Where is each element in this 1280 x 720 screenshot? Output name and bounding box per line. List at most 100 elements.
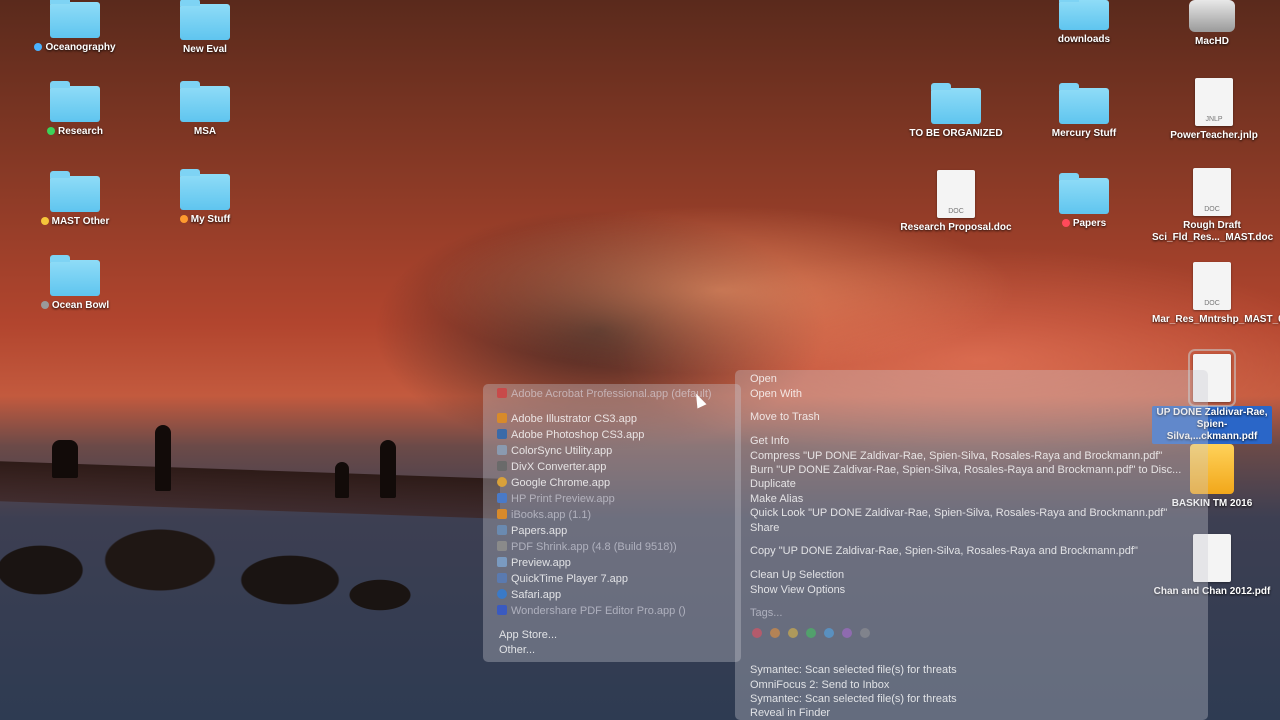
tag-color-purple[interactable] bbox=[842, 628, 852, 638]
tag-color-green[interactable] bbox=[806, 628, 816, 638]
menu-item-open-with[interactable]: Open With bbox=[750, 388, 802, 400]
folder-icon bbox=[1059, 173, 1109, 214]
menu-item-burn[interactable]: Burn "UP DONE Zaldivar-Rae, Spien-Silva,… bbox=[750, 464, 1181, 476]
menu-item-app-store[interactable]: App Store... bbox=[499, 629, 557, 641]
desktop-file-research-proposal[interactable]: DOC Research Proposal.doc bbox=[896, 170, 1016, 234]
menu-item-make-alias[interactable]: Make Alias bbox=[750, 493, 803, 505]
icon-label: Ocean Bowl bbox=[51, 300, 110, 311]
folder-icon bbox=[50, 0, 100, 38]
desktop-folder-oceanography[interactable]: Oceanography bbox=[15, 0, 135, 54]
tag-dot bbox=[40, 217, 49, 225]
menu-item-duplicate[interactable]: Duplicate bbox=[750, 478, 796, 490]
tag-color-blue[interactable] bbox=[824, 628, 834, 638]
folder-icon bbox=[1059, 83, 1109, 124]
menu-item-other[interactable]: Other... bbox=[499, 644, 535, 656]
folder-icon bbox=[931, 83, 981, 124]
desktop-folder-papers[interactable]: Papers bbox=[1024, 173, 1144, 230]
tag-color-red[interactable] bbox=[752, 628, 762, 638]
icon-label: PowerTeacher.jnlp bbox=[1170, 130, 1258, 141]
icon-label: MSA bbox=[193, 126, 217, 137]
menu-item-share[interactable]: Share bbox=[750, 522, 779, 534]
menu-item-app[interactable]: HP Print Preview.app bbox=[497, 493, 615, 505]
icon-label: Mar_Res_Mntrshp_MAST_08_16.doc bbox=[1152, 314, 1280, 325]
papers-icon bbox=[497, 525, 507, 535]
menu-item-app[interactable]: DivX Converter.app bbox=[497, 461, 606, 473]
menu-item-app[interactable]: Google Chrome.app bbox=[497, 477, 610, 489]
doc-file-icon: DOC bbox=[937, 170, 975, 218]
icon-label: Research bbox=[57, 126, 104, 137]
desktop-folder-my-stuff[interactable]: My Stuff bbox=[145, 169, 265, 226]
icon-label: Papers bbox=[1072, 218, 1107, 229]
desktop-folder-to-be-organized[interactable]: TO BE ORGANIZED bbox=[896, 83, 1016, 140]
menu-item-move-to-trash[interactable]: Move to Trash bbox=[750, 411, 820, 423]
menu-item-app[interactable]: Adobe Illustrator CS3.app bbox=[497, 413, 637, 425]
tag-color-orange[interactable] bbox=[770, 628, 780, 638]
desktop-folder-mercury-stuff[interactable]: Mercury Stuff bbox=[1024, 83, 1144, 140]
icon-label: TO BE ORGANIZED bbox=[909, 128, 1003, 139]
context-menu: Open Open With Move to Trash Get Info Co… bbox=[735, 370, 1208, 720]
desktop-folder-msa[interactable]: MSA bbox=[145, 81, 265, 138]
menu-item-app[interactable]: Safari.app bbox=[497, 589, 561, 601]
desktop-folder-downloads[interactable]: downloads bbox=[1024, 0, 1144, 46]
menu-item-clean-up[interactable]: Clean Up Selection bbox=[750, 569, 844, 581]
tag-color-row bbox=[752, 628, 878, 641]
tag-dot bbox=[46, 127, 55, 135]
preview-icon bbox=[497, 557, 507, 567]
doc-file-icon: DOC bbox=[1193, 168, 1231, 216]
desktop-folder-ocean-bowl[interactable]: Ocean Bowl bbox=[15, 255, 135, 312]
hp-icon bbox=[497, 493, 507, 503]
folder-icon bbox=[50, 171, 100, 212]
folder-icon bbox=[180, 0, 230, 40]
icon-label: downloads bbox=[1057, 34, 1111, 45]
icon-label: New Eval bbox=[183, 44, 227, 55]
menu-item-view-options[interactable]: Show View Options bbox=[750, 584, 845, 596]
icon-label: Research Proposal.doc bbox=[900, 222, 1012, 233]
menu-item-app[interactable]: Preview.app bbox=[497, 557, 571, 569]
pdf-shrink-icon bbox=[497, 541, 507, 551]
desktop-file-powerteacher[interactable]: JNLP PowerTeacher.jnlp bbox=[1154, 78, 1274, 142]
tag-dot bbox=[1061, 219, 1070, 227]
menu-item-app[interactable]: PDF Shrink.app (4.8 (Build 9518)) bbox=[497, 541, 677, 553]
menu-item-app[interactable]: iBooks.app (1.1) bbox=[497, 509, 591, 521]
tag-color-yellow[interactable] bbox=[788, 628, 798, 638]
menu-item-symantec-scan-2[interactable]: Symantec: Scan selected file(s) for thre… bbox=[750, 693, 957, 705]
menu-item-app[interactable]: Papers.app bbox=[497, 525, 567, 537]
folder-icon bbox=[50, 81, 100, 122]
menu-item-copy[interactable]: Copy "UP DONE Zaldivar-Rae, Spien-Silva,… bbox=[750, 545, 1138, 557]
menu-item-app[interactable]: QuickTime Player 7.app bbox=[497, 573, 628, 585]
menu-item-app[interactable]: Wondershare PDF Editor Pro.app () bbox=[497, 605, 686, 617]
desktop-file-rough-draft[interactable]: DOC Rough Draft Sci_Fld_Res..._MAST.doc bbox=[1152, 168, 1274, 244]
icon-label: My Stuff bbox=[190, 214, 231, 225]
ibooks-icon bbox=[497, 509, 507, 519]
java-file-icon: JNLP bbox=[1195, 78, 1233, 126]
colorsync-icon bbox=[497, 445, 507, 455]
menu-item-compress[interactable]: Compress "UP DONE Zaldivar-Rae, Spien-Si… bbox=[750, 450, 1162, 462]
menu-item-app[interactable]: ColorSync Utility.app bbox=[497, 445, 612, 457]
desktop-folder-new-eval[interactable]: New Eval bbox=[145, 0, 265, 56]
chrome-icon bbox=[497, 477, 507, 487]
tag-color-gray[interactable] bbox=[860, 628, 870, 638]
menu-item-tags[interactable]: Tags... bbox=[750, 607, 782, 619]
desktop-drive-machd[interactable]: MacHD bbox=[1152, 0, 1272, 48]
menu-item-reveal-in-finder[interactable]: Reveal in Finder bbox=[750, 707, 830, 719]
illustrator-icon bbox=[497, 413, 507, 423]
menu-item-get-info[interactable]: Get Info bbox=[750, 435, 789, 447]
tag-dot bbox=[40, 301, 49, 309]
menu-item-omnifocus[interactable]: OmniFocus 2: Send to Inbox bbox=[750, 679, 889, 691]
menu-item-app[interactable]: Adobe Photoshop CS3.app bbox=[497, 429, 644, 441]
desktop-file-mar-res[interactable]: DOC Mar_Res_Mntrshp_MAST_08_16.doc bbox=[1152, 262, 1280, 326]
quicktime-icon bbox=[497, 573, 507, 583]
folder-icon bbox=[180, 169, 230, 210]
desktop-folder-research[interactable]: Research bbox=[15, 81, 135, 138]
icon-label: Rough Draft Sci_Fld_Res..._MAST.doc bbox=[1152, 220, 1274, 243]
folder-icon bbox=[180, 81, 230, 122]
desktop-folder-mast-other[interactable]: MAST Other bbox=[15, 171, 135, 228]
wallpaper-silhouette bbox=[380, 440, 396, 498]
menu-item-quick-look[interactable]: Quick Look "UP DONE Zaldivar-Rae, Spien-… bbox=[750, 507, 1167, 519]
menu-item-open[interactable]: Open bbox=[750, 373, 777, 385]
menu-item-default-app[interactable]: Adobe Acrobat Professional.app (default) bbox=[497, 388, 712, 400]
icon-label: MAST Other bbox=[51, 216, 110, 227]
menu-item-symantec-scan[interactable]: Symantec: Scan selected file(s) for thre… bbox=[750, 664, 957, 676]
folder-icon bbox=[50, 255, 100, 296]
icon-label: Oceanography bbox=[45, 42, 116, 53]
